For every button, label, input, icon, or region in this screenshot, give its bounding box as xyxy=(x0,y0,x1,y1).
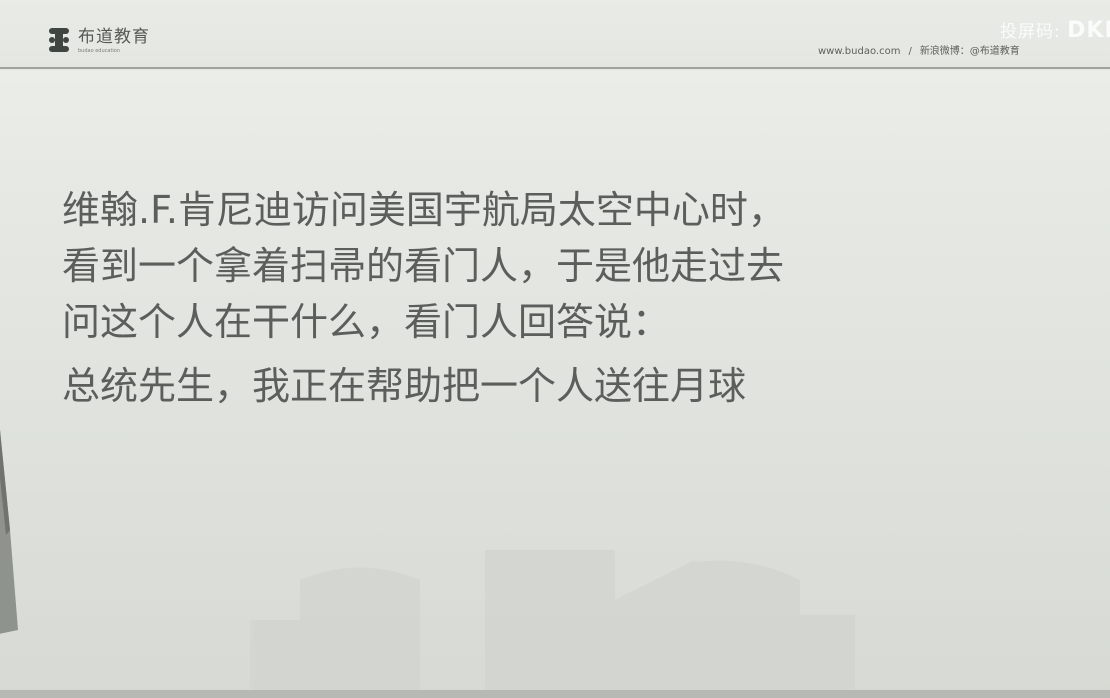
city-buildings-illustration xyxy=(250,550,855,698)
link-separator: / xyxy=(908,46,912,57)
logo-name: 布道教育 xyxy=(78,27,150,47)
header-divider xyxy=(0,67,1110,69)
cast-code-watermark: 投屏码: DKF xyxy=(1000,20,1110,43)
website-link: www.budao.com xyxy=(818,46,901,57)
weibo-link: 新浪微博：@布道教育 xyxy=(919,46,1020,57)
screen-bottom-edge xyxy=(0,690,1110,698)
story-quote: 总统先生，我正在帮助把一个人送往月球 xyxy=(62,364,747,408)
cast-code-label: 投屏码: xyxy=(1000,22,1068,42)
logo-subtitle: budao education xyxy=(78,48,121,54)
header-links: www.budao.com / 新浪微博：@布道教育 xyxy=(818,46,1020,58)
slide-screen: 布道教育 budao education www.budao.com / 新浪微博：… xyxy=(0,0,1110,698)
slide-header: 布道教育 budao education www.budao.com / 新浪微博：… xyxy=(0,0,1110,70)
story-line-2: 看到一个拿着扫帚的看门人，于是他走过去 xyxy=(62,244,785,288)
story-line-1: 维翰.F.肯尼迪访问美国宇航局太空中心时， xyxy=(62,188,786,232)
slide-body: 维翰.F.肯尼迪访问美国宇航局太空中心时， 看到一个拿着扫帚的看门人，于是他走过… xyxy=(62,182,1062,414)
presenter-silhouette xyxy=(0,430,18,634)
cast-code-value: DKF xyxy=(1067,18,1110,43)
budao-logo-icon xyxy=(49,28,69,52)
story-line-3: 问这个人在干什么，看门人回答说： xyxy=(62,300,671,344)
